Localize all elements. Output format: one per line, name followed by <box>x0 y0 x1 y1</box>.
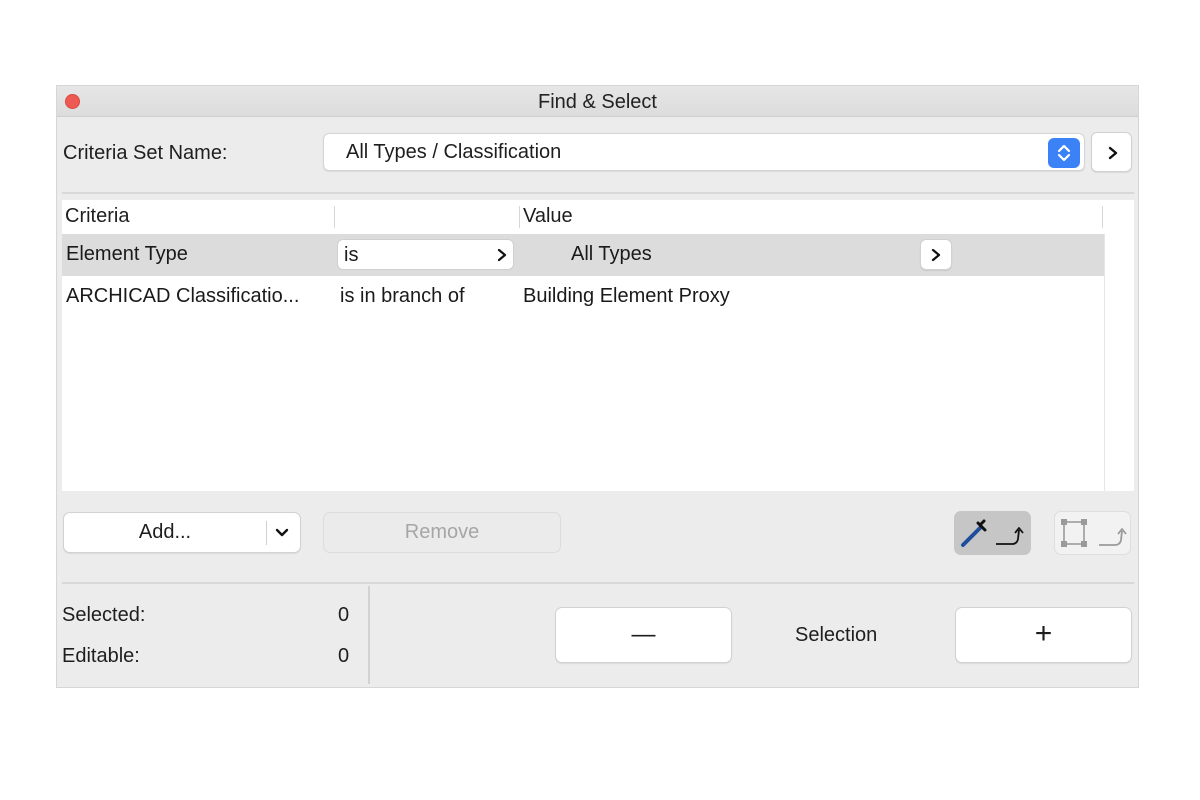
table-row[interactable]: ARCHICAD Classificatio... is in branch o… <box>62 276 1104 318</box>
scrollbar[interactable] <box>1104 234 1134 491</box>
column-separator <box>519 206 520 228</box>
column-header-value[interactable]: Value <box>523 205 573 228</box>
pick-up-tool-button[interactable] <box>954 511 1031 555</box>
find-select-window: Find & Select Criteria Set Name: All Typ… <box>56 85 1139 688</box>
remove-button[interactable]: Remove <box>323 512 561 553</box>
column-header-criteria[interactable]: Criteria <box>65 205 129 228</box>
minus-icon: — <box>631 621 656 648</box>
window-title: Find & Select <box>538 91 657 113</box>
column-separator <box>1102 206 1103 228</box>
selected-label: Selected: <box>62 604 146 626</box>
operator-popup[interactable]: is <box>337 239 514 270</box>
criteria-table: Criteria Value Element Type is All Types <box>62 200 1134 491</box>
plus-icon: + <box>1034 617 1053 650</box>
value-picker-button[interactable] <box>920 239 952 270</box>
criteria-set-more-button[interactable] <box>1091 132 1132 172</box>
add-to-selection-button[interactable]: + <box>955 607 1132 663</box>
selection-label: Selection <box>795 624 878 646</box>
title-bar: Find & Select <box>57 86 1138 117</box>
operator-value: is <box>344 244 359 266</box>
editable-count: 0 <box>338 645 350 667</box>
table-header: Criteria Value <box>62 200 1134 234</box>
criteria-cell: Element Type <box>66 243 188 265</box>
divider <box>368 586 370 684</box>
operator-cell: is in branch of <box>340 285 465 307</box>
up-down-chevron-icon[interactable] <box>1048 138 1080 168</box>
remove-button-label: Remove <box>404 521 480 543</box>
column-separator <box>334 206 335 228</box>
divider <box>266 521 267 545</box>
criteria-set-label: Criteria Set Name: <box>63 142 228 164</box>
divider <box>62 582 1134 584</box>
selected-count: 0 <box>338 604 350 626</box>
marquee-tool-button[interactable] <box>1054 511 1131 555</box>
divider <box>62 192 1134 194</box>
remove-from-selection-button[interactable]: — <box>555 607 732 663</box>
eyedropper-icon <box>961 519 1024 547</box>
chevron-right-icon <box>497 248 507 262</box>
add-button[interactable]: Add... <box>63 512 301 553</box>
criteria-set-value: All Types / Classification <box>346 141 562 163</box>
add-button-label: Add... <box>138 521 192 543</box>
value-cell: All Types <box>571 243 652 265</box>
criteria-set-popup[interactable]: All Types / Classification <box>323 133 1085 171</box>
table-row[interactable]: Element Type is All Types <box>62 234 1104 276</box>
criteria-cell: ARCHICAD Classificatio... <box>66 285 300 307</box>
chevron-right-icon <box>1108 146 1118 160</box>
chevron-down-icon[interactable] <box>275 528 289 538</box>
marquee-icon <box>1061 519 1127 547</box>
value-cell: Building Element Proxy <box>523 285 730 307</box>
chevron-right-icon <box>931 248 941 262</box>
editable-label: Editable: <box>62 645 140 667</box>
